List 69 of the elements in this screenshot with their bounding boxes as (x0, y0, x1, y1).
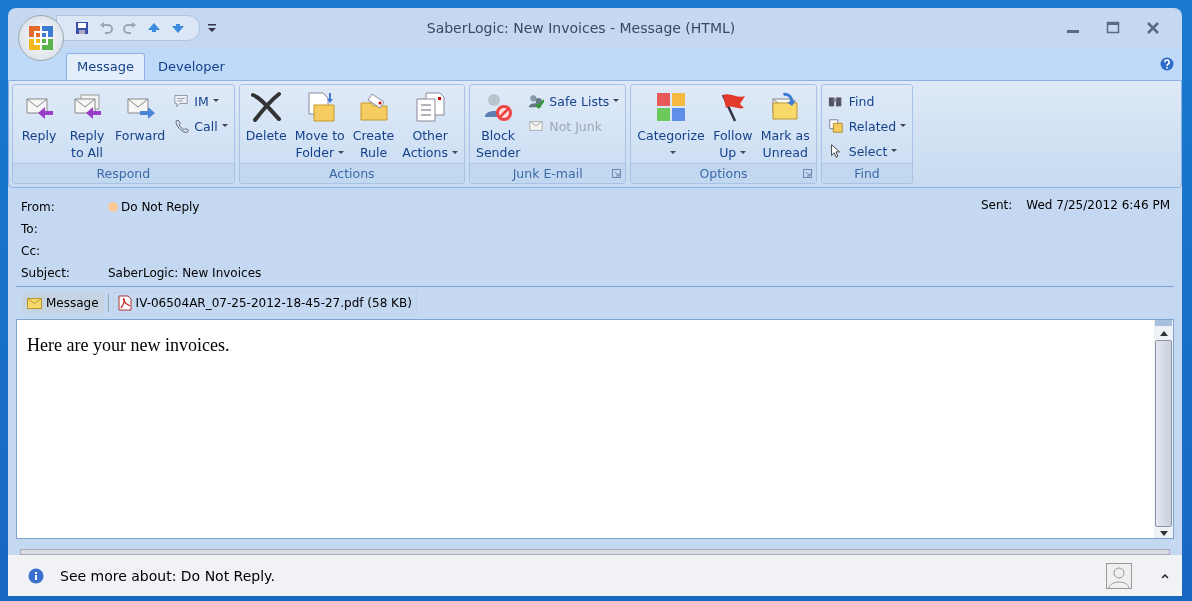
up-arrow-icon[interactable] (147, 21, 161, 35)
presence-icon (108, 201, 118, 212)
ribbon-button[interactable]: Forward (112, 89, 169, 146)
scroll-up-icon[interactable] (1158, 329, 1169, 337)
save-icon[interactable] (75, 21, 89, 35)
field-value: SaberLogic: New Invoices (108, 265, 262, 280)
color-squares-icon (655, 91, 688, 123)
cross-icon (250, 91, 283, 123)
field-label: To: (21, 221, 39, 236)
field-label: Cc: (21, 243, 42, 258)
pdf-file-icon (117, 295, 132, 311)
people-check-icon (528, 93, 545, 109)
ribbon-button[interactable]: Mark as Unread (757, 89, 813, 163)
ribbon-button[interactable]: Block Sender (472, 89, 524, 163)
body-text: Here are your new invoices. (26, 334, 231, 357)
dialog-launcher-icon[interactable] (612, 169, 622, 178)
ribbon-button[interactable]: Reply (16, 89, 62, 146)
sent-date: Wed 7/25/2012 6:46 PM (1026, 198, 1170, 212)
envelope-icon (27, 297, 42, 309)
group-label: Junk E-mail (512, 166, 583, 181)
group-label: Actions (328, 166, 375, 181)
ribbon-button[interactable]: Move to Folder (291, 89, 348, 163)
ribbon-tab[interactable]: Developer (147, 53, 236, 80)
speech-bubble-icon (173, 93, 190, 109)
person-no-sign-icon (482, 91, 515, 123)
phone-icon (173, 118, 190, 134)
vertical-scrollbar[interactable] (1154, 320, 1173, 538)
avatar-icon (1106, 562, 1132, 589)
people-pane-text: See more about: Do Not Reply. (60, 567, 276, 584)
ribbon-button[interactable]: Call (170, 115, 231, 137)
ribbon-button[interactable]: Categorize (634, 89, 708, 163)
group-label: Respond (96, 166, 151, 181)
ribbon-button[interactable]: IM (170, 90, 231, 112)
dialog-launcher-icon[interactable] (802, 169, 812, 178)
documents-icon (827, 118, 844, 134)
ribbon-tab[interactable]: Message (66, 53, 145, 80)
info-icon (28, 567, 44, 584)
group-label: Options (699, 166, 748, 181)
ribbon-button[interactable]: Find (824, 90, 910, 112)
expand-icon[interactable] (1160, 571, 1170, 580)
ribbon-button[interactable]: Delete (242, 89, 290, 146)
message-item[interactable]: Message (22, 293, 104, 313)
scroll-down-icon[interactable] (1158, 530, 1169, 538)
split-handle[interactable] (1155, 320, 1172, 326)
ribbon-button[interactable]: Safe Lists (525, 90, 623, 112)
field-label: From: (21, 199, 56, 214)
undo-icon[interactable] (99, 21, 113, 35)
sent-label: Sent: (980, 198, 1013, 212)
attachment-item[interactable]: IV-06504AR_07-25-2012-18-45-27.pdf (58 KB) (112, 292, 417, 314)
ribbon-button[interactable]: Other Actions (399, 89, 461, 163)
office-logo-icon (27, 24, 55, 52)
field-label: Subject: (21, 265, 71, 280)
ribbon-button[interactable]: Related (824, 115, 910, 137)
ribbon-button[interactable]: Create Rule (349, 89, 398, 163)
customize-toolbar-icon[interactable] (208, 23, 216, 33)
group-label: Find (854, 166, 880, 181)
redo-icon[interactable] (123, 21, 137, 35)
folder-icon (357, 91, 390, 123)
window-title: SaberLogic: New Invoices - Message (HTML) (425, 20, 737, 36)
ribbon-button[interactable]: Select (824, 140, 910, 162)
down-arrow-icon[interactable] (171, 21, 185, 35)
documents-icon (414, 91, 447, 123)
envelope-icon (528, 118, 545, 134)
help-icon[interactable] (1160, 57, 1174, 71)
ribbon-button[interactable]: Follow Up (709, 89, 756, 163)
close-icon[interactable] (1146, 21, 1160, 35)
maximize-icon[interactable] (1106, 21, 1120, 35)
ribbon-button[interactable]: Reply to All (64, 89, 110, 163)
field-value: Do Not Reply (121, 199, 200, 214)
